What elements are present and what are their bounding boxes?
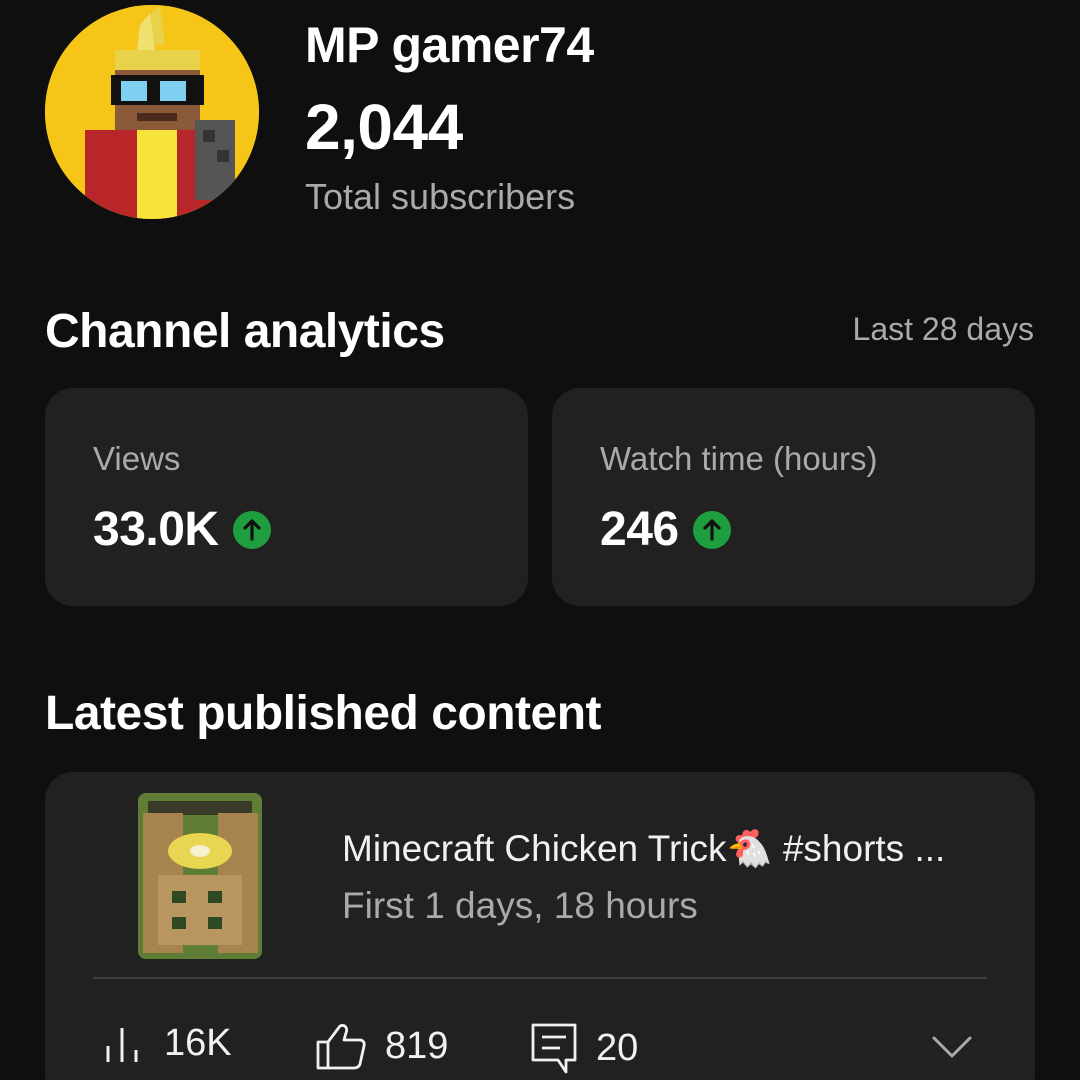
metric-label: Watch time (hours) (600, 440, 878, 477)
video-age: First 1 days, 18 hours (342, 885, 698, 926)
thumbs-up-icon (316, 1024, 366, 1070)
analytics-section-title: Channel analytics (45, 305, 445, 358)
thumbnail-image (138, 793, 262, 959)
comments-count: 20 (596, 1026, 639, 1069)
likes-stat: 819 (315, 1022, 448, 1070)
comment-icon (531, 1023, 577, 1074)
trend-up-icon (692, 510, 731, 549)
subscriber-label: Total subscribers (305, 176, 576, 217)
video-thumbnail[interactable] (138, 793, 262, 959)
metric-value: 246 (600, 503, 679, 556)
latest-content-title: Latest published content (45, 687, 602, 740)
comments-stat: 20 (530, 1022, 638, 1074)
watch-time-metric-card[interactable]: Watch time (hours) 246 (552, 388, 1035, 606)
divider (93, 977, 987, 979)
views-metric-card[interactable]: Views 33.0K (45, 388, 528, 606)
expand-button[interactable] (930, 1032, 974, 1062)
latest-video-card[interactable]: Minecraft Chicken Trick🐔 #shorts ... Fir… (45, 772, 1035, 1080)
views-stat: 16K (102, 1022, 232, 1065)
views-count: 16K (164, 1022, 232, 1064)
metric-label: Views (93, 440, 181, 477)
minecraft-avatar-icon (45, 5, 259, 219)
metric-value: 33.0K (93, 503, 219, 556)
likes-count: 819 (385, 1024, 449, 1067)
video-title[interactable]: Minecraft Chicken Trick🐔 #shorts ... (342, 828, 945, 871)
trend-up-icon (232, 510, 271, 549)
subscriber-count: 2,044 (305, 91, 463, 163)
channel-name: MP gamer74 (305, 17, 594, 73)
channel-dashboard: MP gamer74 2,044 Total subscribers Chann… (0, 0, 1080, 1080)
chevron-down-icon (932, 1036, 972, 1058)
bar-chart-icon (106, 1027, 138, 1062)
channel-avatar[interactable] (45, 5, 259, 219)
date-range: Last 28 days (852, 311, 1034, 347)
